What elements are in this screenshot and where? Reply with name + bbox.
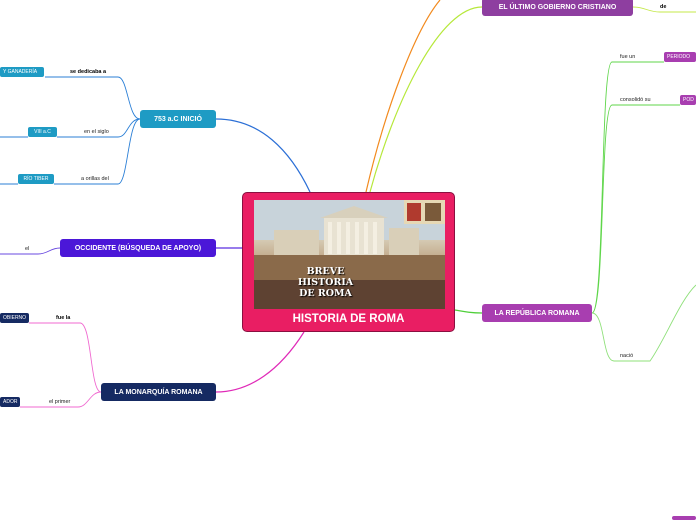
link-center-inicio [215, 118, 311, 193]
topic-inicio[interactable]: 753 a.C INICIÓ [140, 110, 216, 128]
link-label-el: el [25, 246, 30, 252]
topic-monarquia[interactable]: LA MONARQUÍA ROMANA [101, 383, 216, 401]
link-label-fue-la: fue la [56, 315, 71, 321]
central-topic[interactable]: BREVE HISTORIA DE ROMA HISTORIA DE ROMA [242, 192, 455, 332]
link-label-a-orillas: a orillas del [81, 176, 109, 182]
chip-gobierno[interactable]: OBIERNO [0, 313, 29, 323]
topic-republica[interactable]: LA REPÚBLICA ROMANA [482, 304, 592, 322]
chip-offscreen-bottom[interactable] [672, 516, 696, 520]
link-label-nacio: nació [620, 353, 634, 359]
chip-ganaderia[interactable]: Y GANADERÍA [0, 67, 44, 77]
link-label-en-el-siglo: en el siglo [84, 129, 109, 135]
link-label-el-primer: el primer [49, 399, 71, 405]
image-caption: BREVE HISTORIA DE ROMA [297, 266, 354, 299]
link-center-republica [454, 309, 483, 314]
central-title: HISTORIA DE ROMA [292, 313, 405, 325]
link-label-fue-un: fue un [620, 54, 636, 60]
link-center-orange [365, 0, 441, 193]
link-center-monarquia [215, 331, 305, 393]
chip-fundador[interactable]: ADOR [0, 397, 20, 407]
roman-forum-image: BREVE HISTORIA DE ROMA [254, 200, 445, 309]
link-label-de: de [660, 4, 667, 10]
link-center-ultimo [369, 6, 483, 193]
chip-poder[interactable]: POD [680, 95, 696, 105]
chip-siglo-viii[interactable]: VIII a.C [28, 127, 57, 137]
link-label-consolido-su: consolidó su [620, 97, 651, 103]
topic-ultimo-gobierno[interactable]: EL ÚLTIMO GOBIERNO CRISTIANO [482, 0, 633, 16]
chip-rio-tiber[interactable]: RÍO TIBER [18, 174, 54, 184]
topic-occidente[interactable]: OCCIDENTE (BÚSQUEDA DE APOYO) [60, 239, 216, 257]
chip-periodo[interactable]: PERIODO [664, 52, 696, 62]
link-label-se-dedicaba: se dedicaba a [70, 69, 107, 75]
